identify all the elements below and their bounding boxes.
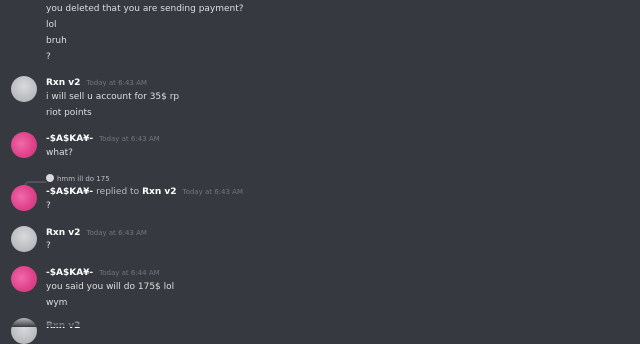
message-text: lol [46, 20, 57, 30]
timestamp: Today at 6:43 AM [182, 188, 243, 196]
chat-messages: you deleted that you are sending payment… [0, 0, 640, 344]
username[interactable]: Rxn v2 [46, 228, 80, 238]
message-text: you deleted that you are sending payment… [46, 4, 244, 14]
reply-reference-text: hmm ill do 175 [57, 175, 110, 183]
avatar[interactable] [11, 76, 37, 102]
message-header: -$A$KA¥- replied to Rxn v2 Today at 6:43 AM [46, 186, 243, 198]
username[interactable]: -$A$KA¥- [46, 134, 93, 144]
timestamp: Today at 6:44 AM [99, 269, 160, 277]
avatar[interactable] [11, 185, 37, 211]
bottom-fade [0, 317, 640, 327]
message-text: bruh [46, 36, 67, 46]
message-header: -$A$KA¥- Today at 6:44 AM [46, 267, 160, 279]
username[interactable]: -$A$KA¥- [46, 187, 93, 197]
message-text: you said you will do 175$ lol [46, 282, 175, 292]
message-text: i will sell u account for 35$ rp [46, 92, 180, 102]
message-header: Rxn v2 Today at 6:43 AM [46, 77, 147, 89]
reply-reference[interactable]: hmm ill do 175 [46, 174, 110, 184]
timestamp: Today at 6:43 AM [99, 135, 160, 143]
username[interactable]: Rxn v2 [46, 78, 80, 88]
message-text: what? [46, 148, 73, 158]
message-header: Rxn v2 Today at 6:43 AM [46, 227, 147, 239]
reply-avatar [46, 174, 54, 182]
replied-to-label: replied to [96, 187, 140, 197]
message-text: ? [46, 201, 51, 211]
message-text: ? [46, 52, 51, 62]
replied-to-user[interactable]: Rxn v2 [142, 187, 176, 197]
message-text: ? [46, 241, 51, 251]
avatar[interactable] [11, 226, 37, 252]
username[interactable]: -$A$KA¥- [46, 268, 93, 278]
message-text: wym [46, 298, 68, 308]
avatar[interactable] [11, 132, 37, 158]
timestamp: Today at 6:43 AM [86, 229, 147, 237]
message-header: -$A$KA¥- Today at 6:43 AM [46, 133, 160, 145]
message-text: riot points [46, 108, 92, 118]
avatar[interactable] [11, 266, 37, 292]
timestamp: Today at 6:43 AM [86, 79, 147, 87]
